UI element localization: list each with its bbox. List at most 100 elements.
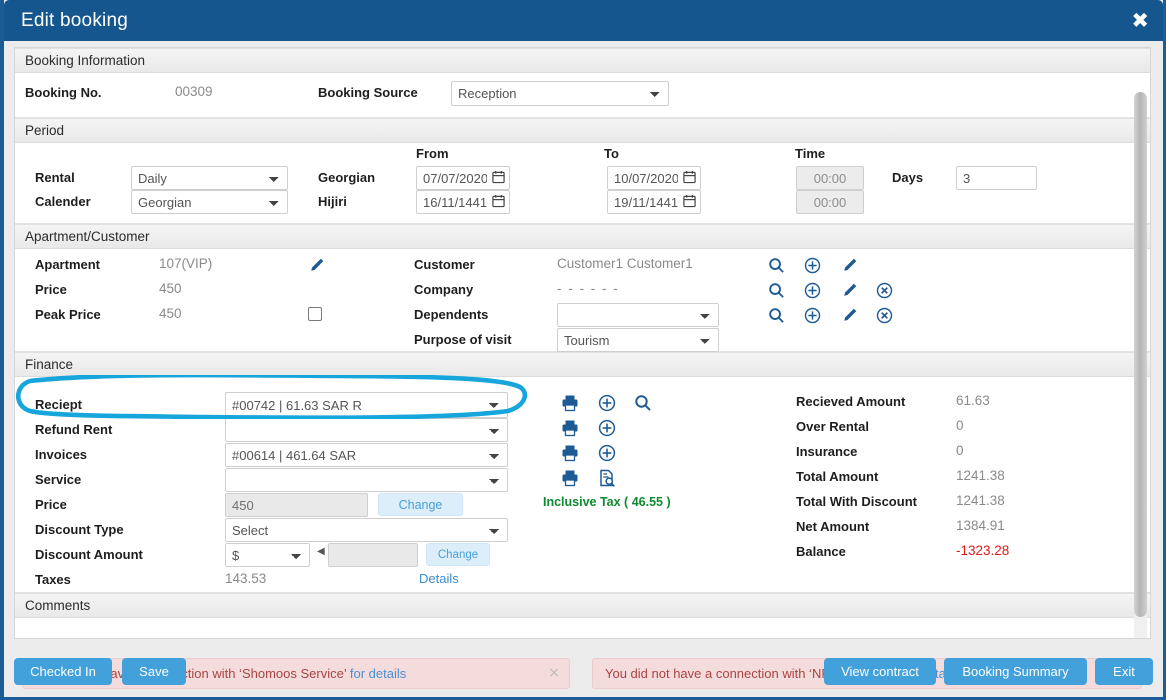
invoices-label: Invoices <box>35 447 88 462</box>
search-reciept-icon[interactable] <box>634 394 652 412</box>
edit-apartment-pencil-icon[interactable] <box>308 257 325 274</box>
price-change-button[interactable]: Change <box>378 493 463 516</box>
price-label: Price <box>35 282 67 297</box>
search-dependents-icon[interactable] <box>768 307 785 324</box>
dependents-select[interactable] <box>557 303 719 327</box>
apartment-value: 107(VIP) <box>159 256 213 271</box>
discount-caret-icon: ◀ <box>317 546 325 557</box>
total-label: Recieved Amount <box>796 394 906 409</box>
edit-dependents-pencil-icon[interactable] <box>841 307 858 324</box>
dialog-body: Booking Information Booking No. 00309 Bo… <box>4 41 1163 697</box>
hijiri-label: Hijiri <box>318 194 347 209</box>
period-col-time: Time <box>795 146 826 161</box>
taxes-label: Taxes <box>35 572 71 587</box>
georgian-to-date[interactable] <box>607 166 701 190</box>
discount-amount-label: Discount Amount <box>35 547 143 562</box>
search-customer-icon[interactable] <box>768 257 785 274</box>
service-select[interactable] <box>225 468 508 492</box>
total-label: Net Amount <box>796 519 870 534</box>
discount-currency-select[interactable]: $ <box>225 543 310 567</box>
checked-in-button[interactable]: Checked In <box>14 658 112 685</box>
total-row: Insurance 0 <box>796 443 964 468</box>
save-button[interactable]: Save <box>122 658 186 685</box>
finance-price-input[interactable] <box>225 493 368 517</box>
hijiri-from-date[interactable] <box>416 190 510 214</box>
dependents-label: Dependents <box>414 307 489 322</box>
taxes-value: 143.53 <box>225 571 267 586</box>
total-value-balance: -1323.28 <box>956 543 1010 558</box>
booking-source-select[interactable]: Reception <box>451 81 669 106</box>
discount-type-label: Discount Type <box>35 522 124 537</box>
invoices-select[interactable]: #00614 | 461.64 SAR <box>225 443 508 467</box>
peak-price-value: 450 <box>159 306 182 321</box>
vertical-scrollbar[interactable] <box>1134 92 1147 638</box>
add-invoices-icon[interactable] <box>598 444 616 462</box>
footer-actions: Checked In Save View contract Booking Su… <box>14 658 1153 685</box>
purpose-of-visit-label: Purpose of visit <box>414 332 512 347</box>
finance-price-label: Price <box>35 497 67 512</box>
preview-document-icon[interactable] <box>598 469 616 487</box>
add-dependents-icon[interactable] <box>804 307 821 324</box>
price-value: 450 <box>159 281 182 296</box>
add-customer-icon[interactable] <box>804 257 821 274</box>
edit-booking-dialog: Edit booking ✖ Booking Information Booki… <box>0 0 1166 700</box>
close-icon[interactable]: ✖ <box>1131 10 1149 31</box>
print-invoices-icon[interactable] <box>561 444 579 462</box>
add-company-icon[interactable] <box>804 282 821 299</box>
calender-label: Calender <box>35 194 91 209</box>
discount-amount-input[interactable] <box>328 543 418 567</box>
total-value: 1241.38 <box>956 468 1005 483</box>
refund-rent-select[interactable] <box>225 418 508 442</box>
dialog-titlebar: Edit booking ✖ <box>4 0 1163 41</box>
scrollbar-thumb[interactable] <box>1134 92 1147 617</box>
print-service-icon[interactable] <box>561 469 579 487</box>
total-value: 1384.91 <box>956 518 1005 533</box>
total-value: 0 <box>956 418 964 433</box>
add-refund-rent-icon[interactable] <box>598 419 616 437</box>
customer-label: Customer <box>414 257 475 272</box>
exit-button[interactable]: Exit <box>1095 658 1153 685</box>
calender-select[interactable]: Georgian <box>131 190 288 214</box>
remove-company-icon[interactable] <box>876 282 893 299</box>
total-value: 0 <box>956 443 964 458</box>
total-label: Balance <box>796 544 846 559</box>
print-reciept-icon[interactable] <box>561 394 579 412</box>
section-comments: Comments <box>15 593 1150 618</box>
edit-customer-pencil-icon[interactable] <box>841 257 858 274</box>
georgian-label: Georgian <box>318 170 376 185</box>
total-label: Over Rental <box>796 419 869 434</box>
booking-source-label: Booking Source <box>318 85 418 100</box>
section-header-apartment-customer: Apartment/Customer <box>15 224 1150 249</box>
remove-dependents-icon[interactable] <box>876 307 893 324</box>
reciept-label: Reciept <box>35 397 82 412</box>
print-refund-rent-icon[interactable] <box>561 419 579 437</box>
scroll-area: Booking Information Booking No. 00309 Bo… <box>14 47 1151 639</box>
peak-price-checkbox[interactable] <box>308 307 322 321</box>
search-company-icon[interactable] <box>768 282 785 299</box>
purpose-of-visit-select[interactable]: Tourism <box>557 328 719 352</box>
discount-type-select[interactable]: Select <box>225 518 508 542</box>
discount-change-button[interactable]: Change <box>426 543 490 566</box>
total-value: 1241.38 <box>956 493 1005 508</box>
total-row: Net Amount 1384.91 <box>796 518 1005 543</box>
add-reciept-icon[interactable] <box>598 394 616 412</box>
taxes-details-link[interactable]: Details <box>419 571 459 586</box>
georgian-from-date[interactable] <box>416 166 510 190</box>
edit-company-pencil-icon[interactable] <box>841 282 858 299</box>
section-header-booking-information: Booking Information <box>15 48 1150 73</box>
total-value: 61.63 <box>956 393 990 408</box>
section-period: Period From To Time Rental Daily Georgia… <box>15 118 1150 224</box>
total-label: Total Amount <box>796 469 879 484</box>
time-to-input <box>796 190 864 214</box>
hijiri-to-date[interactable] <box>607 190 701 214</box>
rental-select[interactable]: Daily <box>131 166 288 190</box>
reciept-select[interactable]: #00742 | 61.63 SAR R <box>225 392 508 418</box>
days-input[interactable] <box>956 166 1037 190</box>
booking-summary-button[interactable]: Booking Summary <box>944 658 1087 685</box>
view-contract-button[interactable]: View contract <box>824 658 936 685</box>
section-header-period: Period <box>15 118 1150 143</box>
totals-list: Recieved Amount 61.63 Over Rental 0 Insu… <box>796 393 1009 568</box>
section-header-finance: Finance <box>15 352 1150 377</box>
total-row: Balance -1323.28 <box>796 543 1009 568</box>
total-label: Total With Discount <box>796 494 917 509</box>
